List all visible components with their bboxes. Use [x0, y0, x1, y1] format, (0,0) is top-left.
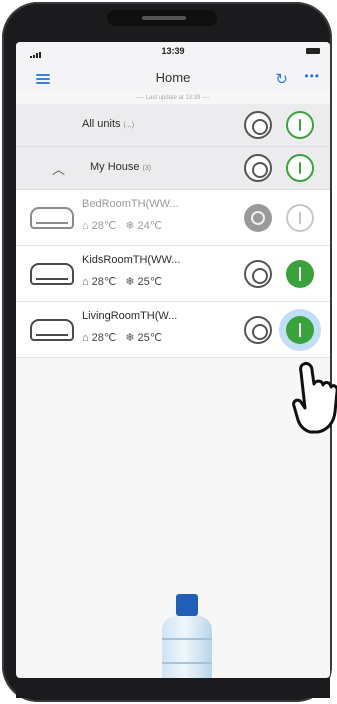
livingroom-power-off-button[interactable]: [244, 316, 272, 344]
unit-temperatures: ⌂ 28℃ ❄ 25℃: [82, 275, 168, 288]
group-label: My House (3): [90, 161, 151, 173]
water-bottle: [162, 616, 212, 678]
status-time: 13:39: [161, 46, 185, 56]
indoor-temperature: 28℃: [91, 220, 117, 232]
group-row-all-units[interactable]: All units (...): [16, 104, 330, 147]
group-count: (3): [142, 165, 152, 172]
snowflake-icon: ❄: [125, 332, 135, 344]
phone-speaker: [142, 16, 186, 20]
indoor-temperature: 28℃: [91, 276, 117, 288]
kidsroom-power-off-button[interactable]: [244, 260, 272, 288]
group-label: All units (...): [82, 118, 134, 130]
house-temperature-icon: ⌂: [82, 332, 89, 344]
kidsroom-power-on-button[interactable]: [286, 260, 314, 288]
group-label-text: My House: [90, 161, 140, 173]
livingroom-power-on-button[interactable]: [286, 316, 314, 344]
set-temperature: 25℃: [137, 276, 163, 288]
unit-row-bedroom[interactable]: BedRoomTH(WW... ⌂ 28℃ ❄ 24℃: [16, 190, 330, 246]
hand-pointer-icon: [292, 362, 337, 434]
set-temperature: 25℃: [137, 332, 163, 344]
group-row-my-house[interactable]: ︿ My House (3): [16, 147, 330, 190]
phone-bottom-bezel: [16, 678, 330, 698]
unit-temperatures: ⌂ 28℃ ❄ 24℃: [82, 219, 168, 232]
group-count: (...): [123, 122, 135, 129]
status-bar: 13:39: [16, 42, 330, 62]
phone-frame: 13:39 Home ↻ ••• ---- Last update at 13:…: [2, 2, 332, 702]
bottle-cap: [176, 594, 198, 616]
indoor-temperature: 28℃: [91, 332, 117, 344]
set-temperature: 24℃: [137, 220, 163, 232]
snowflake-icon: ❄: [125, 276, 135, 288]
snowflake-icon: ❄: [125, 220, 135, 232]
nav-bar: Home ↻ •••: [16, 62, 330, 92]
air-conditioner-icon: [30, 207, 74, 229]
app-screen: 13:39 Home ↻ ••• ---- Last update at 13:…: [16, 42, 330, 678]
all-units-power-on-button[interactable]: [286, 111, 314, 139]
unit-name: BedRoomTH(WW...: [82, 198, 179, 210]
unit-name: KidsRoomTH(WW...: [82, 254, 181, 266]
unit-row-kidsroom[interactable]: KidsRoomTH(WW... ⌂ 28℃ ❄ 25℃: [16, 246, 330, 302]
unit-row-livingroom[interactable]: LivingRoomTH(W... ⌂ 28℃ ❄ 25℃: [16, 302, 330, 358]
house-power-off-button[interactable]: [244, 154, 272, 182]
house-power-on-button[interactable]: [286, 154, 314, 182]
battery-icon: [306, 48, 320, 54]
bedroom-power-on-button[interactable]: [286, 204, 314, 232]
all-units-power-off-button[interactable]: [244, 111, 272, 139]
more-icon[interactable]: •••: [304, 69, 320, 83]
group-label-text: All units: [82, 118, 121, 130]
unit-name: LivingRoomTH(W...: [82, 310, 178, 322]
air-conditioner-icon: [30, 263, 74, 285]
unit-temperatures: ⌂ 28℃ ❄ 25℃: [82, 331, 168, 344]
house-temperature-icon: ⌂: [82, 220, 89, 232]
house-temperature-icon: ⌂: [82, 276, 89, 288]
chevron-up-icon[interactable]: ︿: [52, 159, 65, 178]
refresh-icon[interactable]: ↻: [275, 70, 288, 88]
bedroom-power-off-button[interactable]: [244, 204, 272, 232]
last-update-text: ---- Last update at 13:39 ----: [16, 92, 330, 104]
air-conditioner-icon: [30, 319, 74, 341]
